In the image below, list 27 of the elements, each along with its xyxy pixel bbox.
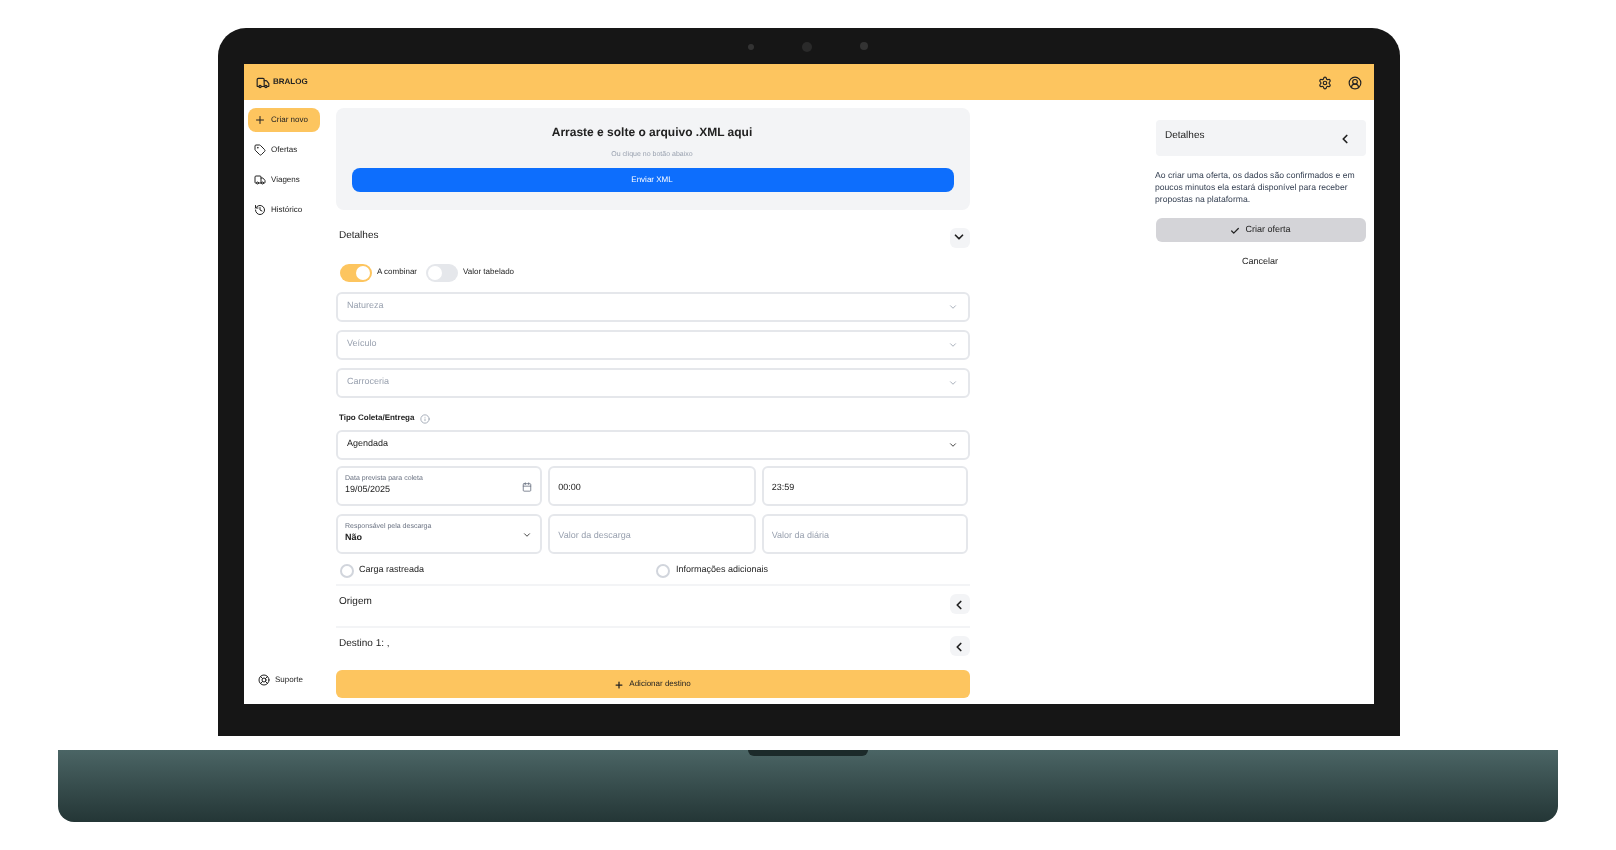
toggle-switch[interactable] xyxy=(425,263,458,281)
radio-checkbox[interactable] xyxy=(339,564,353,578)
radio-checkbox[interactable] xyxy=(656,564,670,578)
chevron-down-icon xyxy=(952,230,966,244)
chevron-left-button[interactable] xyxy=(949,594,969,614)
chevron-left-icon xyxy=(952,597,966,611)
chevron-left-icon xyxy=(1338,131,1352,145)
chevron-down-icon xyxy=(522,529,533,539)
user-icon[interactable] xyxy=(1347,75,1361,89)
check-icon xyxy=(1229,225,1240,235)
settings-icon[interactable] xyxy=(1317,75,1331,89)
chevron-left-icon xyxy=(952,639,966,653)
chevron-left-button[interactable] xyxy=(949,636,969,656)
logo-icon xyxy=(255,75,269,89)
history-icon xyxy=(253,204,265,216)
plus-icon xyxy=(253,114,265,126)
tag-icon xyxy=(253,144,265,156)
chevron-down-icon xyxy=(947,378,957,388)
truck-icon xyxy=(253,174,265,186)
chevron-down-icon xyxy=(947,302,957,312)
chevron-down-icon xyxy=(947,440,957,450)
lifebuoy-icon xyxy=(257,674,269,686)
plus-icon xyxy=(613,679,624,689)
chevron-down-icon xyxy=(947,340,957,350)
calendar-icon[interactable] xyxy=(522,481,533,491)
toggle-switch[interactable] xyxy=(339,263,371,281)
chevron-down-button[interactable] xyxy=(949,227,969,247)
